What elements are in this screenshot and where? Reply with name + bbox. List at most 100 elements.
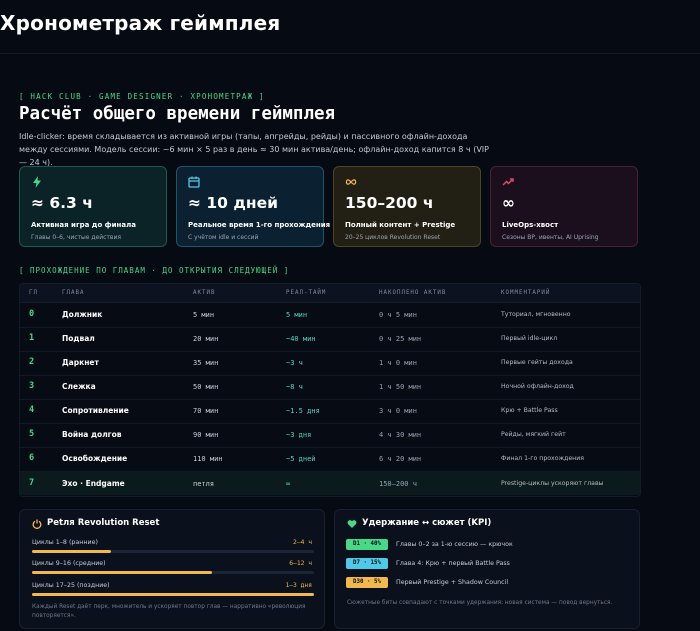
col-header-num: ГЛ	[29, 290, 38, 296]
page-title: Хронометраж геймплея	[0, 11, 281, 35]
panel-note: Каждый Reset даёт перк, множитель и уско…	[32, 604, 306, 619]
row-active: 5 мин	[193, 311, 215, 319]
row-num: 5	[29, 429, 35, 439]
stat-sub: Сезоны BP, ивенты, AI Uprising	[502, 234, 599, 241]
stat-label: Реальное время 1-го прохождения	[188, 221, 331, 229]
section-label: [ ПРОХОЖДЕНИЕ ПО ГЛАВАМ · ДО ОТКРЫТИЯ СЛ…	[19, 266, 290, 275]
table-row: 0 Должник 5 мин 5 мин 0 ч 5 мин Туториал…	[20, 303, 640, 328]
row-accum: 4 ч 30 мин	[379, 431, 422, 439]
bar-track	[32, 571, 314, 574]
row-realtime: ~1.5 дня	[286, 407, 320, 415]
stat-sub: Главы 0–6, чистые действия	[31, 234, 121, 241]
col-header-chapter: ГЛАВА	[62, 290, 85, 296]
reset-loop-panel: Petля Revolution Reset Циклы 1–8 (ранние…	[19, 509, 325, 629]
row-active: 70 мин	[193, 407, 219, 415]
eyebrow-label: [ HACK CLUB · GAME DESIGNER · ХРОНОМЕТРА…	[19, 92, 265, 101]
power-icon	[32, 519, 42, 529]
infinity-icon	[345, 179, 357, 185]
row-accum: 3 ч 0 мин	[379, 407, 417, 415]
kpi-badge: D1 · 40%	[346, 539, 388, 550]
row-accum: 1 ч 0 мин	[379, 359, 417, 367]
row-chapter: Слежка	[62, 382, 96, 391]
row-realtime: 5 мин	[286, 311, 308, 319]
panel-note: Сюжетные биты совпадают с точками удержа…	[347, 600, 613, 606]
row-num: 0	[29, 309, 35, 319]
bar-value: 1–3 дня	[285, 582, 312, 589]
table-row: 6 Освобождение 110 мин ~5 дней 6 ч 20 ми…	[20, 447, 640, 472]
row-accum: 1 ч 50 мин	[379, 383, 422, 391]
intro-text: Idle-clicker: время складывается из акти…	[19, 132, 489, 167]
table-header: ГЛ ГЛАВА АКТИВ РЕАЛ-ТАЙМ НАКОПЛЕНО АКТИВ…	[20, 284, 640, 303]
stat-value: ≈ 6.3 ч	[31, 194, 93, 212]
bar-fill	[32, 550, 111, 553]
table-row: 4 Сопротивление 70 мин ~1.5 дня 3 ч 0 ми…	[20, 399, 640, 424]
page-header: Хронометраж геймплея	[0, 0, 700, 54]
row-accum: 150–200 ч	[379, 480, 417, 488]
row-comment: Туториал, мгновенно	[501, 311, 571, 318]
stat-value: ∞	[502, 194, 515, 212]
stat-sub: 20–25 циклов Revolution Reset	[345, 234, 441, 241]
bar-fill	[32, 571, 213, 574]
row-active: 110 мин	[193, 455, 223, 463]
bar-label: Циклы 9–16 (средние)	[32, 560, 106, 567]
panel-title: Petля Revolution Reset	[47, 518, 160, 528]
calendar-icon	[188, 176, 200, 188]
row-chapter: Даркнет	[62, 358, 99, 367]
stat-sub: С учётом idle и сессий	[188, 234, 259, 241]
panel-title: Удержание ↔ сюжет (KPI)	[362, 518, 492, 528]
table-row: 5 Война долгов 90 мин ~3 дня 4 ч 30 мин …	[20, 423, 640, 448]
row-comment: Ночной офлайн-доход	[501, 383, 574, 390]
row-active: петля	[193, 480, 215, 488]
stat-value: ≈ 10 дней	[188, 194, 278, 212]
row-num: 3	[29, 381, 35, 391]
bar-value: 6–12 ч	[289, 560, 312, 567]
stat-label: LiveOps-хвост	[502, 221, 559, 229]
col-header-realtime: РЕАЛ-ТАЙМ	[286, 290, 327, 296]
kpi-text: Глава 4: Крю + первый Battle Pass	[396, 560, 510, 567]
trending-up-icon	[502, 178, 514, 186]
stat-card-full-content: 150–200 ч Полный контент + Prestige 20–2…	[333, 166, 481, 247]
bar-track	[32, 593, 314, 596]
row-realtime: ~40 мин	[286, 335, 316, 343]
row-chapter: Война долгов	[62, 430, 122, 439]
row-num: 6	[29, 453, 35, 463]
row-comment: Финал 1-го прохождения	[501, 455, 584, 462]
kpi-badge: D7 · 15%	[346, 558, 388, 569]
row-comment: Первые гейты дохода	[501, 359, 573, 366]
main-title: Расчёт общего времени геймплея	[19, 104, 336, 124]
row-realtime: ~3 дня	[286, 431, 312, 439]
stat-value: 150–200 ч	[345, 194, 434, 212]
row-chapter: Сопротивление	[62, 406, 129, 415]
lightning-icon	[33, 176, 41, 188]
table-row: 2 Даркнет 35 мин ~3 ч 1 ч 0 мин Первые г…	[20, 351, 640, 376]
bar-label: Циклы 1–8 (ранние)	[32, 539, 98, 546]
table-row: 1 Подвал 20 мин ~40 мин 0 ч 25 мин Первы…	[20, 327, 640, 352]
kpi-badge: D30 · 5%	[346, 577, 388, 588]
stat-card-active-play: ≈ 6.3 ч Активная игра до финала Главы 0–…	[19, 166, 167, 247]
col-header-comment: КОММЕНТАРИЙ	[501, 290, 551, 296]
table-row: 3 Слежка 50 мин ~8 ч 1 ч 50 мин Ночной о…	[20, 375, 640, 400]
col-header-accum: НАКОПЛЕНО АКТИВ	[379, 290, 447, 296]
row-active: 35 мин	[193, 359, 219, 367]
table-row-endgame: 7 Эхо · Endgame петля ∞ 150–200 ч Presti…	[20, 472, 640, 495]
stat-label: Полный контент + Prestige	[345, 221, 456, 229]
row-comment: Prestige-циклы ускоряют главы	[501, 480, 604, 487]
row-num: 4	[29, 405, 35, 415]
row-chapter: Освобождение	[62, 454, 128, 463]
stat-card-liveops: ∞ LiveOps-хвост Сезоны BP, ивенты, AI Up…	[490, 166, 638, 247]
row-active: 20 мин	[193, 335, 219, 343]
row-accum: 0 ч 25 мин	[379, 335, 422, 343]
bar-label: Циклы 17–25 (поздние)	[32, 582, 110, 589]
row-active: 50 мин	[193, 383, 219, 391]
row-chapter: Должник	[62, 310, 103, 319]
stat-label: Активная игра до финала	[31, 221, 136, 229]
kpi-text: Главы 0–2 за 1-ю сессию — крючок	[396, 541, 513, 548]
row-num: 1	[29, 333, 35, 343]
bar-track	[32, 550, 314, 553]
row-realtime: ~5 дней	[286, 455, 316, 463]
bar-fill	[32, 593, 314, 596]
row-comment: Крю + Battle Pass	[501, 407, 558, 414]
bar-value: 2–4 ч	[293, 539, 312, 546]
chapters-table: ГЛ ГЛАВА АКТИВ РЕАЛ-ТАЙМ НАКОПЛЕНО АКТИВ…	[19, 283, 641, 497]
row-comment: Первый idle-цикл	[501, 335, 558, 342]
